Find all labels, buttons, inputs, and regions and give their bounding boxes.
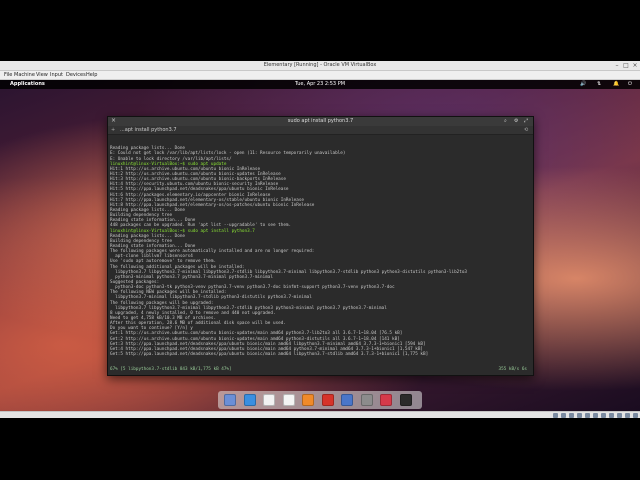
menu-file[interactable]: File — [4, 72, 12, 78]
dock — [218, 391, 422, 409]
virtualbox-window: Elementary [Running] - Oracle VM Virtual… — [0, 61, 640, 418]
download-progress: 67% [5 libpython3.7-stdlib 843 kB/1,775 … — [110, 367, 527, 373]
menu-machine[interactable]: Machine — [14, 72, 35, 78]
gear-icon[interactable]: ⚙ — [514, 118, 518, 124]
maximize-icon[interactable]: ⤢ — [524, 118, 528, 124]
network-adapter-icon[interactable] — [577, 413, 582, 418]
display-icon[interactable] — [601, 413, 606, 418]
screen: Elementary [Running] - Oracle VM Virtual… — [0, 0, 640, 480]
terminal-tabbar: + ...apt install python3.7 ⟲ — [108, 126, 533, 135]
virtualbox-statusbar — [0, 411, 640, 418]
cpu-icon[interactable] — [617, 413, 622, 418]
virtualbox-title: Elementary [Running] - Oracle VM Virtual… — [263, 62, 377, 68]
multitasking-view-icon[interactable] — [224, 394, 236, 406]
search-icon[interactable]: ⌕ — [504, 118, 507, 124]
power-icon[interactable]: ⏻ — [628, 81, 632, 87]
volume-icon[interactable]: 🔊 — [580, 81, 586, 87]
terminal-window: × sudo apt install python3.7 ⌕ ⚙ ⤢ + ...… — [107, 116, 534, 376]
terminal-title: sudo apt install python3.7 — [287, 118, 354, 124]
menu-view[interactable]: View — [36, 72, 48, 78]
menu-input[interactable]: Input — [50, 72, 63, 78]
maximize-icon[interactable]: □ — [622, 62, 630, 70]
usb-icon[interactable] — [585, 413, 590, 418]
close-icon[interactable]: × — [631, 62, 639, 70]
photos-icon[interactable] — [341, 394, 353, 406]
minimize-icon[interactable]: – — [613, 62, 621, 70]
mail-icon[interactable] — [263, 394, 275, 406]
menu-help[interactable]: Help — [86, 72, 97, 78]
terminal-output[interactable]: Reading package lists... Done E: Could no… — [110, 136, 531, 374]
terminal-icon[interactable] — [399, 394, 412, 406]
virtualbox-menubar: File Machine View Input Devices Help — [0, 71, 640, 80]
shared-folders-icon[interactable] — [593, 413, 598, 418]
audio-icon[interactable] — [569, 413, 574, 418]
terminal-titlebar: × sudo apt install python3.7 ⌕ ⚙ ⤢ — [108, 117, 533, 126]
top-panel: Applications Tue, Apr 23 2:53 PM 🔊 ⇅ 🔔 ⏻ — [0, 80, 640, 89]
calendar-icon[interactable] — [282, 394, 295, 406]
history-icon[interactable]: ⟲ — [524, 127, 528, 133]
system-settings-icon[interactable] — [360, 394, 373, 406]
video-capture-icon[interactable] — [609, 413, 614, 418]
terminal-line: Get:5 http://ppa.launchpad.net/deadsnake… — [110, 351, 429, 357]
notifications-icon[interactable]: 🔔 — [613, 81, 619, 87]
virtualbox-titlebar: Elementary [Running] - Oracle VM Virtual… — [0, 61, 640, 71]
panel-clock[interactable]: Tue, Apr 23 2:53 PM — [0, 81, 640, 87]
music-icon[interactable] — [302, 394, 314, 406]
tab-terminal[interactable]: ...apt install python3.7 — [120, 127, 177, 133]
host-key-icon[interactable] — [633, 413, 638, 418]
videos-icon[interactable] — [321, 394, 334, 406]
menu-devices[interactable]: Devices — [66, 72, 86, 78]
optical-drive-icon[interactable] — [561, 413, 566, 418]
guest-desktop: Applications Tue, Apr 23 2:53 PM 🔊 ⇅ 🔔 ⏻… — [0, 80, 640, 411]
web-browser-icon[interactable] — [243, 394, 256, 406]
appcenter-icon[interactable] — [380, 394, 392, 406]
network-icon[interactable]: ⇅ — [597, 81, 601, 87]
mouse-integration-icon[interactable] — [625, 413, 630, 418]
hard-disk-icon[interactable] — [553, 413, 558, 418]
new-tab-icon[interactable]: + — [111, 127, 115, 133]
